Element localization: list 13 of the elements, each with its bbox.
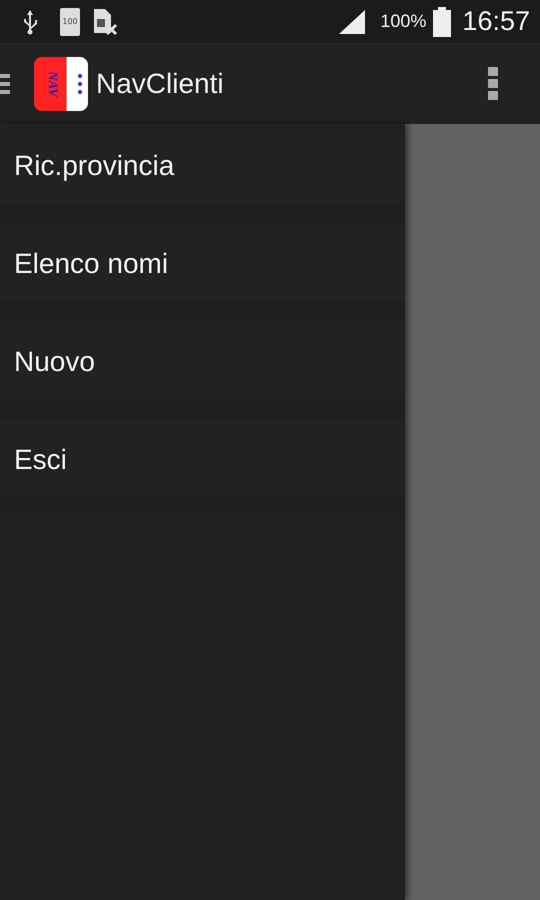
overflow-menu-icon[interactable]: [488, 67, 498, 101]
battery-level-icon: 100: [60, 8, 80, 36]
app-title: NavClienti: [96, 68, 225, 100]
drawer-item[interactable]: Elenco nomi: [0, 222, 405, 320]
drawer-item[interactable]: Esci: [0, 418, 405, 516]
battery-percent: 100%: [380, 11, 426, 32]
signal-icon: [338, 8, 366, 34]
battery-icon: [432, 6, 452, 36]
drawer-item[interactable]: Nuovo: [0, 320, 405, 418]
sim-card-icon: [92, 8, 118, 36]
menu-icon[interactable]: [0, 73, 10, 95]
drawer-item[interactable]: Ric.provincia: [0, 124, 405, 222]
clock-time: 16:57: [462, 6, 530, 37]
